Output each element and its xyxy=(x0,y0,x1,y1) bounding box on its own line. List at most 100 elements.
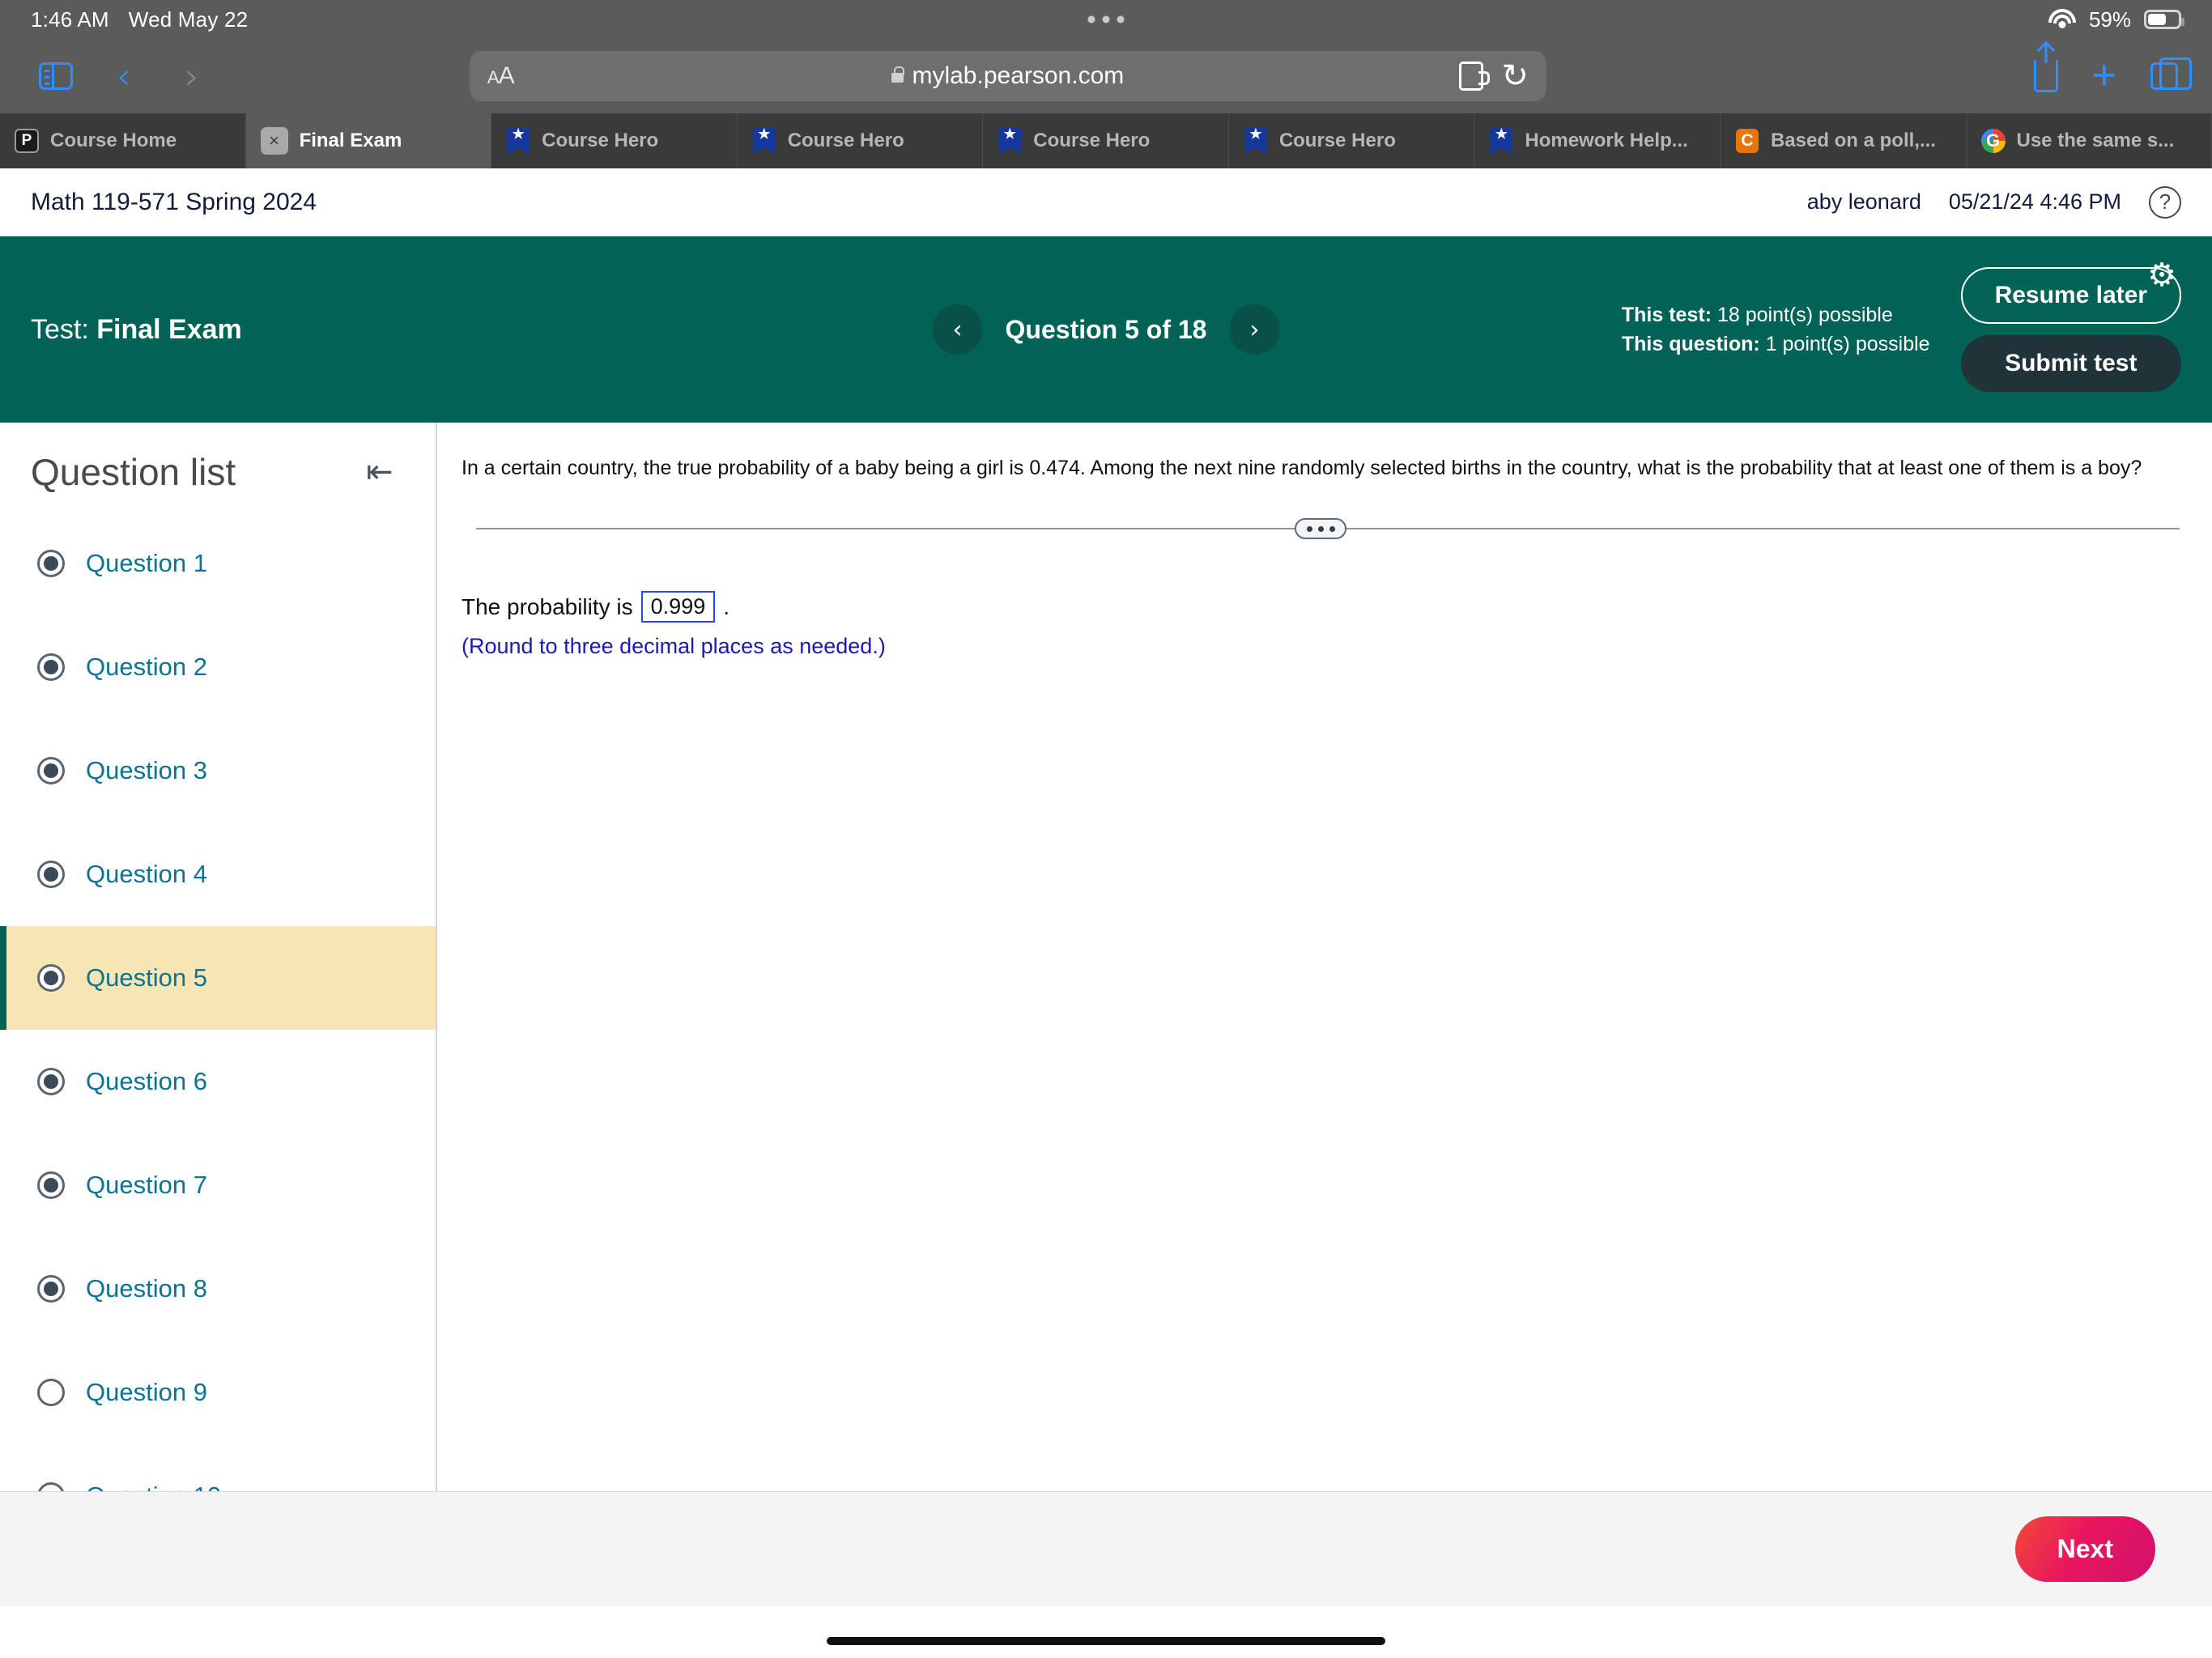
ipad-screen: 1:46 AM Wed May 22 59% ‹ › AA mylab.pear… xyxy=(0,0,2212,1658)
pearson-icon: P xyxy=(15,129,39,153)
question-list-item[interactable]: Question 1 xyxy=(0,512,436,615)
question-list-item[interactable]: Question 5 xyxy=(0,926,436,1030)
points-summary: This test: 18 point(s) possible This que… xyxy=(1622,300,1961,359)
browser-tab[interactable]: Course Hero xyxy=(983,113,1229,168)
course-hero-icon xyxy=(1489,128,1513,154)
question-list-panel: Question list ⇤ Question 1 Question 2 Ques… xyxy=(0,423,437,1491)
answer-block: The probability is 0.999 . (Round to thr… xyxy=(462,591,2180,659)
status-date: Wed May 22 xyxy=(128,6,249,32)
battery-icon xyxy=(2144,10,2184,29)
question-list-item-label: Question 4 xyxy=(86,860,207,888)
address-bar-content: mylab.pearson.com xyxy=(470,62,1546,90)
drag-handle-dots-icon[interactable] xyxy=(1295,518,1346,540)
browser-tab[interactable]: P Course Home xyxy=(0,113,246,168)
work-area: Question list ⇤ Question 1 Question 2 Ques… xyxy=(0,423,2212,1491)
browser-tab[interactable]: Course Hero xyxy=(738,113,984,168)
previous-question-button[interactable]: ‹ xyxy=(932,304,983,355)
chevron-right-icon: › xyxy=(1249,315,1260,344)
test-points-label: This test: xyxy=(1621,303,1712,326)
chevron-left-icon: ‹ xyxy=(116,54,132,98)
submit-test-button[interactable]: Submit test xyxy=(1960,335,2181,392)
browser-tab[interactable]: Homework Help... xyxy=(1474,113,1721,168)
answer-prefix: The probability is xyxy=(462,593,633,619)
puzzle-extension-icon[interactable] xyxy=(1459,62,1491,91)
address-bar[interactable]: AA mylab.pearson.com ↻ xyxy=(469,51,1546,101)
browser-tab[interactable]: C Based on a poll,... xyxy=(1721,113,1967,168)
question-navigator: ‹ Question 5 of 18 › xyxy=(932,304,1280,355)
question-points-value: 1 point(s) possible xyxy=(1765,333,1930,355)
question-status-icon xyxy=(37,1482,65,1491)
status-bar-left: 1:46 AM Wed May 22 xyxy=(0,7,248,32)
question-points-row: This question: 1 point(s) possible xyxy=(1622,329,1930,359)
chevron-left-icon: ‹ xyxy=(952,315,963,344)
test-header-bar: Test: Final Exam ‹ Question 5 of 18 › Th… xyxy=(0,236,2212,423)
help-icon[interactable]: ? xyxy=(2149,185,2181,219)
next-button[interactable]: Next xyxy=(2014,1516,2155,1582)
question-list-item[interactable]: Question 3 xyxy=(0,719,436,823)
question-list-item[interactable]: Question 9 xyxy=(0,1341,436,1444)
browser-tab[interactable]: Use the same s... xyxy=(1967,113,2212,168)
multitask-handle-icon[interactable] xyxy=(1087,15,1125,23)
question-list-item[interactable]: Question 6 xyxy=(0,1030,436,1133)
close-icon[interactable]: × xyxy=(260,127,288,155)
chevron-right-icon: › xyxy=(184,54,200,98)
footer-bar: Next xyxy=(0,1491,2212,1606)
sidebar-toggle-button[interactable] xyxy=(26,51,86,101)
question-prompt: In a certain country, the true probabili… xyxy=(462,457,2142,479)
forward-button[interactable]: › xyxy=(162,51,222,101)
question-list-item-label: Question 1 xyxy=(86,549,207,577)
question-status-icon xyxy=(37,964,65,992)
reload-icon[interactable]: ↻ xyxy=(1501,60,1529,92)
question-list-item[interactable]: Question 8 xyxy=(0,1237,436,1341)
test-points-row: This test: 18 point(s) possible xyxy=(1622,300,1930,329)
question-list-item-label: Question 10 xyxy=(86,1482,221,1491)
chegg-icon: C xyxy=(1735,129,1759,153)
question-list-item[interactable]: Question 4 xyxy=(0,823,436,926)
question-list-item-label: Question 8 xyxy=(86,1274,207,1303)
question-list-title: Question list xyxy=(31,451,236,493)
browser-tab[interactable]: × Final Exam xyxy=(245,113,492,168)
tab-label: Course Hero xyxy=(787,130,904,151)
tab-overview-icon[interactable] xyxy=(2150,57,2192,90)
tab-strip: P Course Home × Final Exam Course Hero Course… xyxy=(0,113,2212,168)
collapse-panel-icon[interactable]: ⇤ xyxy=(366,456,403,488)
question-list-item[interactable]: Question 10 xyxy=(0,1444,436,1491)
google-icon xyxy=(1980,129,2006,153)
content-divider xyxy=(462,512,2180,544)
course-hero-icon xyxy=(1244,128,1268,154)
sidebar-icon xyxy=(39,62,73,90)
tab-label: Course Hero xyxy=(1033,130,1151,151)
tab-label: Based on a poll,... xyxy=(1770,130,1936,151)
answer-input[interactable]: 0.999 xyxy=(640,591,716,623)
browser-tab[interactable]: Course Hero xyxy=(1229,113,1475,168)
answer-line: The probability is 0.999 . xyxy=(462,591,2180,623)
test-points-value: 18 point(s) possible xyxy=(1716,303,1893,326)
new-tab-icon[interactable]: + xyxy=(2092,54,2116,96)
timestamp: 05/21/24 4:46 PM xyxy=(1948,189,2121,214)
course-hero-icon xyxy=(752,128,776,154)
share-icon[interactable] xyxy=(2033,60,2058,92)
course-header-right: aby leonard 05/21/24 4:46 PM ? xyxy=(1807,185,2181,219)
question-list-item-label: Question 2 xyxy=(86,653,207,681)
course-hero-icon xyxy=(506,128,530,154)
test-title: Final Exam xyxy=(96,313,242,345)
question-status-icon xyxy=(37,550,65,577)
next-question-button[interactable]: › xyxy=(1229,304,1280,355)
url-text: mylab.pearson.com xyxy=(912,62,1125,89)
question-list-item[interactable]: Question 2 xyxy=(0,615,436,719)
tab-label: Use the same s... xyxy=(2016,130,2175,151)
browser-tab[interactable]: Course Hero xyxy=(491,113,738,168)
page-settings-button[interactable]: AA xyxy=(487,62,515,90)
question-list-item-label: Question 5 xyxy=(86,963,207,992)
lock-icon xyxy=(891,66,905,83)
back-button[interactable]: ‹ xyxy=(94,51,154,101)
question-status-icon xyxy=(37,861,65,888)
question-status-icon xyxy=(37,757,65,784)
toolbar-right-actions: + xyxy=(2033,54,2192,96)
test-name: Test: Final Exam xyxy=(31,314,242,346)
question-list-item[interactable]: Question 7 xyxy=(0,1133,436,1237)
home-indicator[interactable] xyxy=(827,1637,1385,1645)
question-list-header: Question list ⇤ xyxy=(0,423,436,512)
gear-icon[interactable]: ⚙ xyxy=(2144,257,2180,294)
ios-status-bar: 1:46 AM Wed May 22 59% xyxy=(0,0,2212,39)
